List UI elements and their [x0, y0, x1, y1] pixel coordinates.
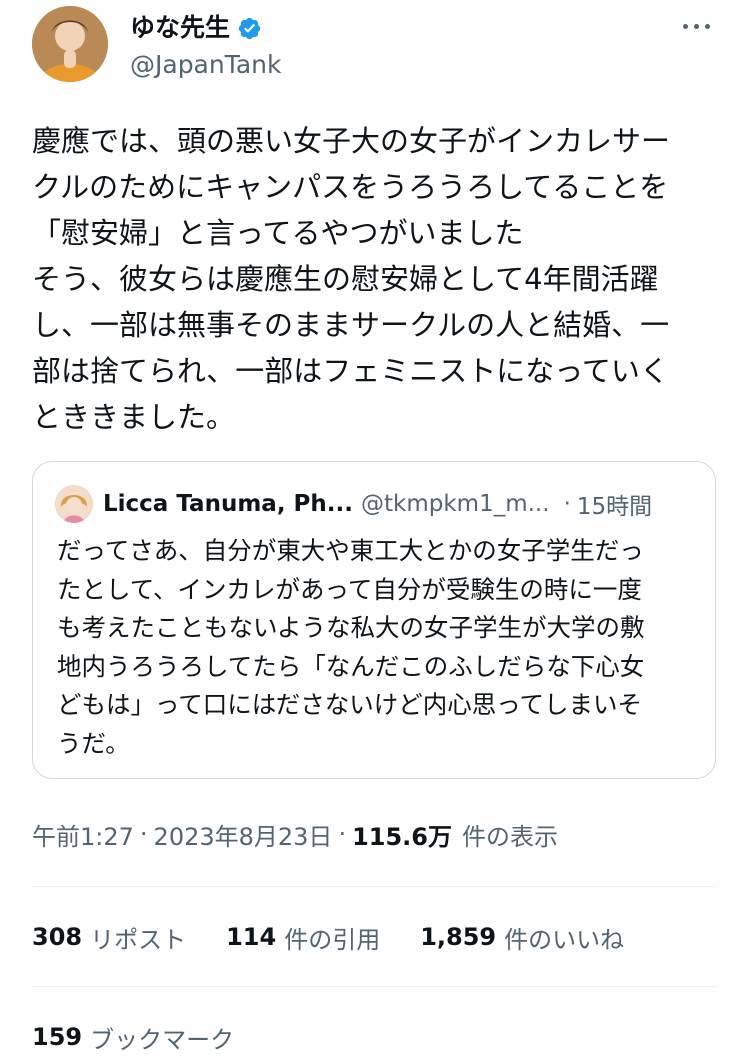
quoted-tweet-card[interactable]: Licca Tanuma, Ph... @tkmpkm1_m... · 15時間…	[32, 461, 716, 779]
likes-label: 件のいいね	[504, 925, 625, 954]
user-avatar-icon	[32, 6, 108, 82]
divider	[32, 886, 718, 887]
tweet-text-line: そう、彼女らは慶應生の慰安婦として4年間活躍	[32, 262, 659, 296]
reposts-label: リポスト	[90, 925, 187, 954]
quotes-count: 114	[226, 923, 277, 951]
quoted-text-line: だってさあ、自分が東大や東工大とかの女子学生だっ	[57, 536, 644, 565]
quoted-tweet-header: Licca Tanuma, Ph... @tkmpkm1_m... · 15時間	[55, 484, 652, 524]
author-handle[interactable]: @JapanTank	[130, 48, 282, 82]
likes-count: 1,859	[420, 923, 497, 951]
more-horizontal-icon-dot	[693, 23, 699, 29]
more-horizontal-icon	[682, 23, 688, 29]
author-avatar[interactable]	[32, 6, 108, 82]
views-label: 件の表示	[462, 822, 558, 851]
likes-stat[interactable]: 1,859 件のいいね	[420, 920, 624, 955]
views-count: 115.6万	[352, 822, 452, 851]
tweet-time[interactable]: 午前1:27	[32, 817, 134, 852]
tweet-text-line: 部は捨てられ、一部はフェミニストになっていく	[32, 354, 669, 388]
quoted-text-line: 地内うろうろしてたら「なんだこのふしだらな下心女	[57, 651, 645, 681]
quoted-author-handle[interactable]: @tkmpkm1_m...	[361, 491, 550, 517]
more-horizontal-icon-dot	[704, 23, 710, 29]
tweet-text-line: 「慰安婦」と言ってるやつがいました	[32, 216, 524, 250]
quoted-separator: ·	[563, 491, 571, 517]
author-display-name[interactable]: ゆな先生	[130, 12, 230, 44]
bookmarks-label: ブックマーク	[90, 1025, 235, 1054]
bookmarks-stat[interactable]: 159 ブックマーク	[32, 1018, 234, 1056]
quoted-author-name[interactable]: Licca Tanuma, Ph...	[103, 491, 353, 517]
more-options-button[interactable]	[674, 10, 718, 42]
name-row: ゆな先生	[130, 12, 282, 44]
bookmarks-stat-inner: 159 ブックマーク	[32, 1020, 234, 1055]
bookmarks-count: 159	[32, 1023, 83, 1051]
quoted-author-avatar[interactable]	[55, 485, 93, 523]
quotes-label: 件の引用	[284, 925, 381, 954]
author-block: ゆな先生 @JapanTank	[130, 12, 282, 82]
divider	[32, 986, 718, 987]
meta-separator: ·	[338, 820, 347, 848]
quoted-tweet-text: だってさあ、自分が東大や東工大とかの女子学生だっ たとして、インカレがあって自分…	[57, 532, 697, 763]
quotes-stat[interactable]: 114 件の引用	[226, 920, 380, 955]
reposts-stat[interactable]: 308 リポスト	[32, 920, 186, 955]
quoted-text-line: どもは」って口にはださないけど内心思ってしまいそ	[57, 690, 643, 719]
tweet-header: ゆな先生 @JapanTank	[32, 6, 718, 84]
tweet-text-line: クルのためにキャンパスをうろうろしてることを	[32, 170, 669, 204]
reposts-count: 308	[32, 923, 83, 951]
tweet-text-line: とききました。	[32, 400, 236, 434]
tweet-text: 慶應では、頭の悪い女子大の女子がインカレサー クルのためにキャンパスをうろうろし…	[32, 118, 718, 440]
verified-badge-icon	[238, 17, 261, 39]
tweet-date[interactable]: 2023年8月23日	[154, 817, 333, 852]
meta-separator: ·	[139, 820, 148, 848]
doll-avatar-icon	[55, 485, 93, 523]
quoted-text-line: も考えたこともないような私大の女子学生が大学の敷	[57, 613, 645, 642]
tweet-text-line: し、一部は無事そのままサークルの人と結婚、一	[32, 308, 670, 342]
engagement-stats: 308 リポスト 114 件の引用 1,859 件のいいね	[32, 918, 624, 956]
quoted-time[interactable]: 15時間	[577, 487, 652, 521]
tweet-meta: 午前1:27 · 2023年8月23日 · 115.6万 件の表示	[32, 816, 558, 852]
tweet-text-line: 慶應では、頭の悪い女子大の女子がインカレサー	[32, 124, 671, 158]
quoted-text-line: うだ。	[57, 728, 130, 758]
quoted-text-line: たとして、インカレがあって自分が受験生の時に一度	[57, 574, 642, 604]
